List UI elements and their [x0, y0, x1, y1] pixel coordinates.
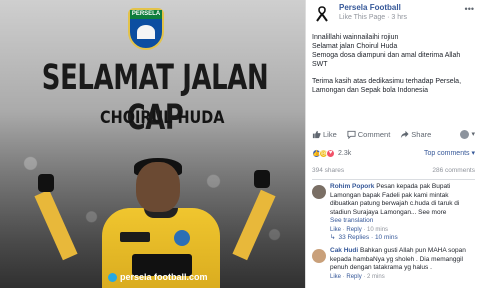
- comment-like-link[interactable]: Like: [330, 274, 341, 280]
- comment-body: Rohim Popork Pesan kepada pak Bupati Lam…: [330, 183, 475, 243]
- thumbs-up-icon: [312, 130, 321, 138]
- share-icon: [401, 130, 409, 138]
- post-text: Innalillahi wainnailaihi rojiun Selamat …: [306, 28, 480, 95]
- post-actions: Like Comment Share ▾: [312, 127, 475, 141]
- comment-reply-link[interactable]: Reply: [346, 227, 361, 233]
- avatar[interactable]: [312, 249, 326, 263]
- club-logo: PERSELA: [128, 8, 164, 50]
- replies-label: 33 Replies · 10 mins: [338, 234, 398, 241]
- comment-item: Cak Hudi Bahkan gusti Allah pun MAHA sop…: [312, 247, 475, 281]
- more-options-icon[interactable]: •••: [465, 4, 474, 14]
- website-watermark: persela football.com: [108, 272, 208, 282]
- comment-meta: Like · Reply · 10 mins: [330, 226, 389, 233]
- player-figure: [34, 150, 276, 288]
- player-head: [136, 162, 180, 212]
- like-label: Like: [323, 129, 337, 139]
- page-name-link[interactable]: Persela Football: [339, 3, 401, 12]
- website-icon: [108, 272, 117, 282]
- comment-item: Rohim Popork Pesan kepada pak Bupati Lam…: [312, 183, 475, 243]
- post-stats: 394 shares 286 comments: [312, 167, 475, 177]
- commenter-name[interactable]: Rohim Popork: [330, 183, 374, 190]
- post-header: Persela Football Like This Page · 3 hrs …: [306, 0, 480, 28]
- photo-subheadline: CHOIRUL HUDA: [100, 108, 225, 128]
- jersey-crest: [174, 230, 190, 246]
- post-side-panel: Persela Football Like This Page · 3 hrs …: [305, 0, 480, 288]
- post-photo[interactable]: PERSELA SELAMAT JALAN CAP CHOIRUL HUDA p…: [0, 0, 305, 288]
- comment-body: Cak Hudi Bahkan gusti Allah pun MAHA sop…: [330, 247, 475, 281]
- audience-selector[interactable]: ▾: [460, 129, 475, 139]
- comment-like-link[interactable]: Like: [330, 227, 341, 233]
- jersey-badge: [120, 232, 150, 242]
- club-logo-text: PERSELA: [130, 10, 162, 19]
- comment-button[interactable]: Comment: [347, 129, 391, 139]
- reply-arrow-icon: ↳: [330, 234, 336, 241]
- like-button[interactable]: Like: [312, 130, 337, 139]
- reactions-bar: 👍 😢 ♥ 2.3k Top comments ▾: [312, 146, 475, 160]
- comment-time: 2 mins: [367, 273, 385, 280]
- chevron-down-icon: ▾: [471, 131, 475, 138]
- mourning-ribbon-icon: [316, 6, 328, 22]
- post-line-3: Semoga dosa diampuni dan amal diterima A…: [312, 52, 461, 68]
- club-logo-mark: [137, 25, 155, 39]
- top-comments-dropdown[interactable]: Top comments ▾: [424, 149, 475, 157]
- comment-meta: Like · Reply · 2 mins: [330, 273, 385, 280]
- left-glove: [38, 174, 54, 192]
- comments-count[interactable]: 286 comments: [432, 167, 475, 177]
- shares-count[interactable]: 394 shares: [312, 167, 344, 177]
- comment-time: 10 mins: [367, 226, 389, 233]
- share-label: Share: [411, 129, 432, 139]
- website-text: persela football.com: [120, 272, 208, 282]
- love-reaction-icon[interactable]: ♥: [326, 148, 335, 158]
- comment-reply-link[interactable]: Reply: [346, 274, 361, 280]
- comment-icon: [347, 130, 356, 139]
- post-line-4: Terima kasih atas dedikasimu terhadap Pe…: [312, 78, 462, 94]
- share-button[interactable]: Share: [400, 130, 431, 139]
- right-glove: [254, 170, 270, 188]
- post-line-2: Selamat jalan Choirul Huda: [312, 43, 398, 50]
- view-replies-link[interactable]: ↳ 33 Replies · 10 mins: [330, 234, 475, 243]
- page-avatar[interactable]: [312, 4, 332, 24]
- divider: [312, 179, 475, 180]
- commenter-name[interactable]: Cak Hudi: [330, 247, 358, 254]
- globe-icon: [460, 129, 470, 139]
- see-translation-link[interactable]: See translation: [330, 217, 475, 226]
- reaction-count[interactable]: 2.3k: [338, 150, 351, 157]
- post-line-1: Innalillahi wainnailaihi rojiun: [312, 34, 399, 41]
- avatar[interactable]: [312, 185, 326, 199]
- comment-label: Comment: [357, 129, 391, 139]
- page-meta[interactable]: Like This Page · 3 hrs: [339, 14, 407, 21]
